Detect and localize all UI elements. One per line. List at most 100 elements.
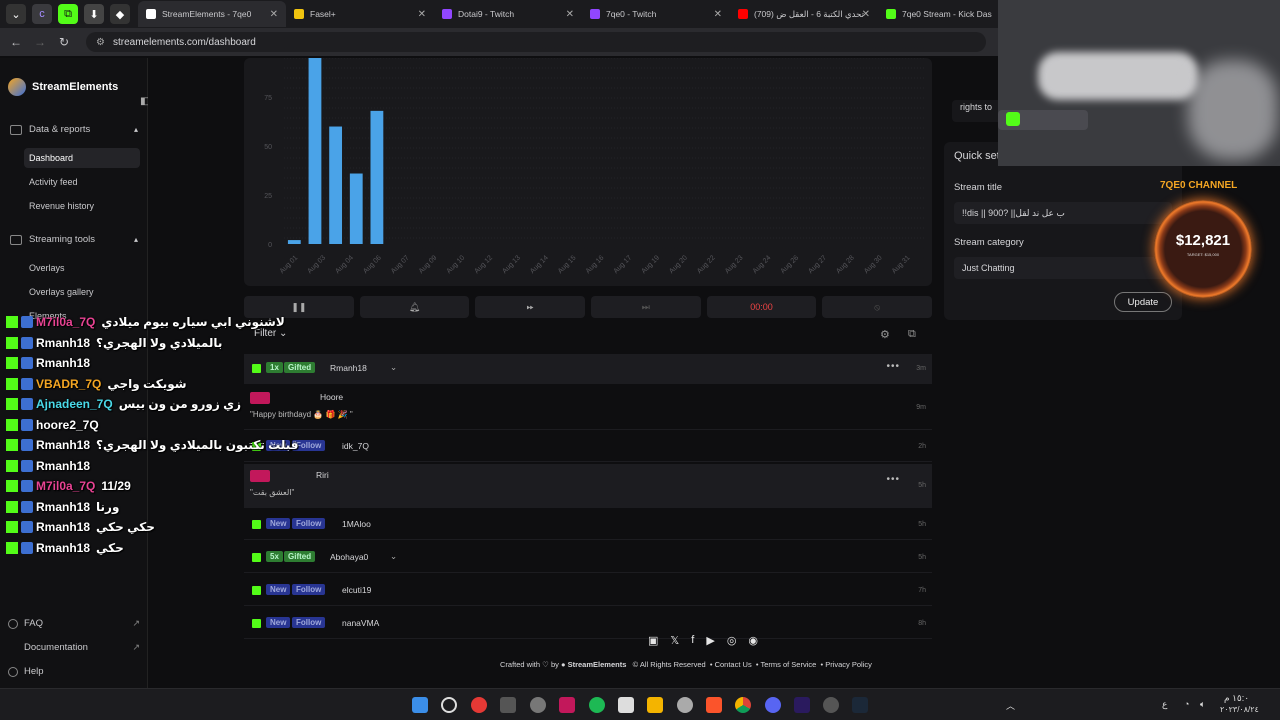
close-tab-icon[interactable]: ✕ [862,9,870,20]
expand-chevron-icon[interactable]: ⌄ [390,551,397,562]
widget-controls: ❚❚ 🔔︎ ⏩︎ ⏭︎ 00:00 ⦸ [244,296,933,318]
clock-time[interactable]: ١٥:٠ م [1224,693,1249,704]
feed-row[interactable]: New Follow idk_7Q 2h [244,432,932,462]
premiere-icon[interactable] [794,697,810,713]
tab-favicon-icon [294,9,304,19]
app-icon[interactable] [589,697,605,713]
url-text: streamelements.com/dashboard [112,36,256,48]
pinned-tab-icon[interactable]: ⬇ [84,4,104,24]
terms-link[interactable]: Terms of Service [760,660,816,669]
brand-logo[interactable]: StreamElements [8,78,118,96]
browser-tab[interactable]: (709) تحدي الكتبة 6 - العقل ض ✕ [730,1,878,27]
close-tab-icon[interactable]: ✕ [566,9,574,20]
bell-icon[interactable]: 🔔︎ [359,296,470,318]
brave-icon[interactable] [706,697,722,713]
stream-title-input[interactable]: !!dis || 900? ||ب عل ند لقل [954,202,1172,224]
skip-icon[interactable]: ⏩︎ [475,296,586,318]
settings-icon[interactable] [530,697,546,713]
app-icon[interactable] [471,697,487,713]
privacy-link[interactable]: Privacy Policy [825,660,872,669]
feed-row[interactable]: Riri "العشق بقت" ••• 5h [244,464,932,508]
chart-bar[interactable] [329,126,343,244]
browser-tab[interactable]: Dotai9 - Twitch ✕ [434,1,582,27]
sidebar-item-revenue-history[interactable]: Revenue history [24,196,140,216]
browser-tab[interactable]: Fasel+ ✕ [286,1,434,27]
feed-row[interactable]: New Follow 1MAloo 5h [244,510,932,540]
instagram-icon[interactable]: ◎ [727,634,737,647]
feed-time: 7h [918,587,926,594]
wifi-icon[interactable]: ◔ [1184,699,1189,709]
discord-icon[interactable] [765,697,781,713]
chart-bar[interactable] [287,240,301,244]
sidebar-documentation-link[interactable]: Documentation ↗ [8,642,140,653]
steam-icon[interactable] [852,697,868,713]
follow-badge: Follow [292,518,326,529]
sidebar-item-overlays[interactable]: Overlays [24,258,140,278]
back-icon[interactable]: ← [4,35,28,49]
windows-start-icon[interactable] [412,697,428,713]
obs-icon[interactable] [823,697,839,713]
browser-tab[interactable]: 7qe0 - Twitch ✕ [582,1,730,27]
chart-bar[interactable] [349,173,363,244]
x-tick-label: Aug 31 [891,254,912,275]
discord-icon[interactable]: ◉ [748,634,758,647]
pinned-tab-icon[interactable]: ⧉ [58,4,78,24]
x-tick-label: Aug 19 [640,254,661,275]
facebook-icon[interactable]: f [691,634,694,647]
feed-row[interactable]: 1x Gifted Rmanh18 ⌄ ••• 3m [244,354,932,384]
chart-bar[interactable] [308,58,322,244]
pinned-tab-icon[interactable]: ◆ [110,4,130,24]
file-explorer-icon[interactable] [647,697,663,713]
x-tick-label: Aug 30 [863,254,884,275]
volume-icon[interactable]: 🔈︎ [1200,699,1205,710]
goal-target: TARGET: $15,000 [1186,252,1220,257]
close-tab-icon[interactable]: ✕ [270,9,278,20]
contact-link[interactable]: Contact Us [715,660,752,669]
section-data-reports[interactable]: Data & reports ▴ [10,124,138,135]
chat-message: قبلت تكتبون بالميلادي ولا الهجري؟ [96,438,299,452]
clock-date[interactable]: ٢٠٢٣/٠٨/٢٤ [1220,705,1259,714]
more-options-icon[interactable]: ••• [886,474,900,485]
x-icon[interactable]: 𝕏 [670,634,679,647]
app-icon[interactable] [559,697,575,713]
sidebar-item-activity-feed[interactable]: Activity feed [24,172,140,192]
url-input[interactable]: ⚙ streamelements.com/dashboard [86,32,986,52]
x-tick-label: Aug 20 [668,254,689,275]
browser-tab[interactable]: StreamElements - 7qe0 ✕ [138,1,286,27]
more-options-icon[interactable]: ••• [886,361,900,372]
sidebar-item-dashboard[interactable]: Dashboard [24,148,140,168]
expand-chevron-icon[interactable]: ⌄ [390,362,397,373]
close-tab-icon[interactable]: ✕ [418,9,426,20]
site-info-icon[interactable]: ⚙ [96,37,105,48]
app-icon[interactable] [677,697,693,713]
feed-row[interactable]: New Follow elcuti19 7h [244,576,932,606]
search-icon[interactable] [441,697,457,713]
sidebar-help-link[interactable]: Help [8,666,140,677]
x-tick-label: Aug 22 [696,254,717,275]
chart-bar[interactable] [370,110,384,244]
popout-icon[interactable]: ⧉ [908,328,916,341]
section-streaming-tools[interactable]: Streaming tools ▴ [10,234,138,245]
pinned-tab-icon[interactable]: c [32,4,52,24]
next-icon[interactable]: ⏭︎ [591,296,701,318]
mute-icon[interactable]: ⦸ [822,296,933,318]
close-tab-icon[interactable]: ✕ [714,9,722,20]
sidebar-item-overlays-gallery[interactable]: Overlays gallery [24,282,140,302]
feed-row[interactable]: Hoore "Happy birthdayd 🎂 🎁 🎉 " 9m [244,386,932,430]
tray-lang[interactable]: ع [1162,699,1167,710]
sidebar-faq-link[interactable]: FAQ ↗ [8,618,140,629]
footer-brand: StreamElements [567,660,627,669]
youtube-icon[interactable]: ▶ [706,634,714,647]
forward-icon[interactable]: → [28,35,52,49]
feed-row[interactable]: New Follow nanaVMA 8h [244,609,932,639]
app-icon[interactable] [618,697,634,713]
tab-menu-icon[interactable]: ⌄ [6,4,26,24]
app-icon[interactable] [500,697,516,713]
stream-category-input[interactable]: Just Chatting [954,257,1172,279]
settings-gear-icon[interactable]: ⚙ [880,328,890,341]
reload-icon[interactable]: ↻ [52,35,76,49]
twitch-icon[interactable]: ▣ [648,634,658,647]
feed-row[interactable]: 5x Gifted Abohaya0 ⌄ 5h [244,543,932,573]
chrome-icon[interactable] [735,697,751,713]
tray-chevron-icon[interactable]: ︿ [1006,699,1015,712]
